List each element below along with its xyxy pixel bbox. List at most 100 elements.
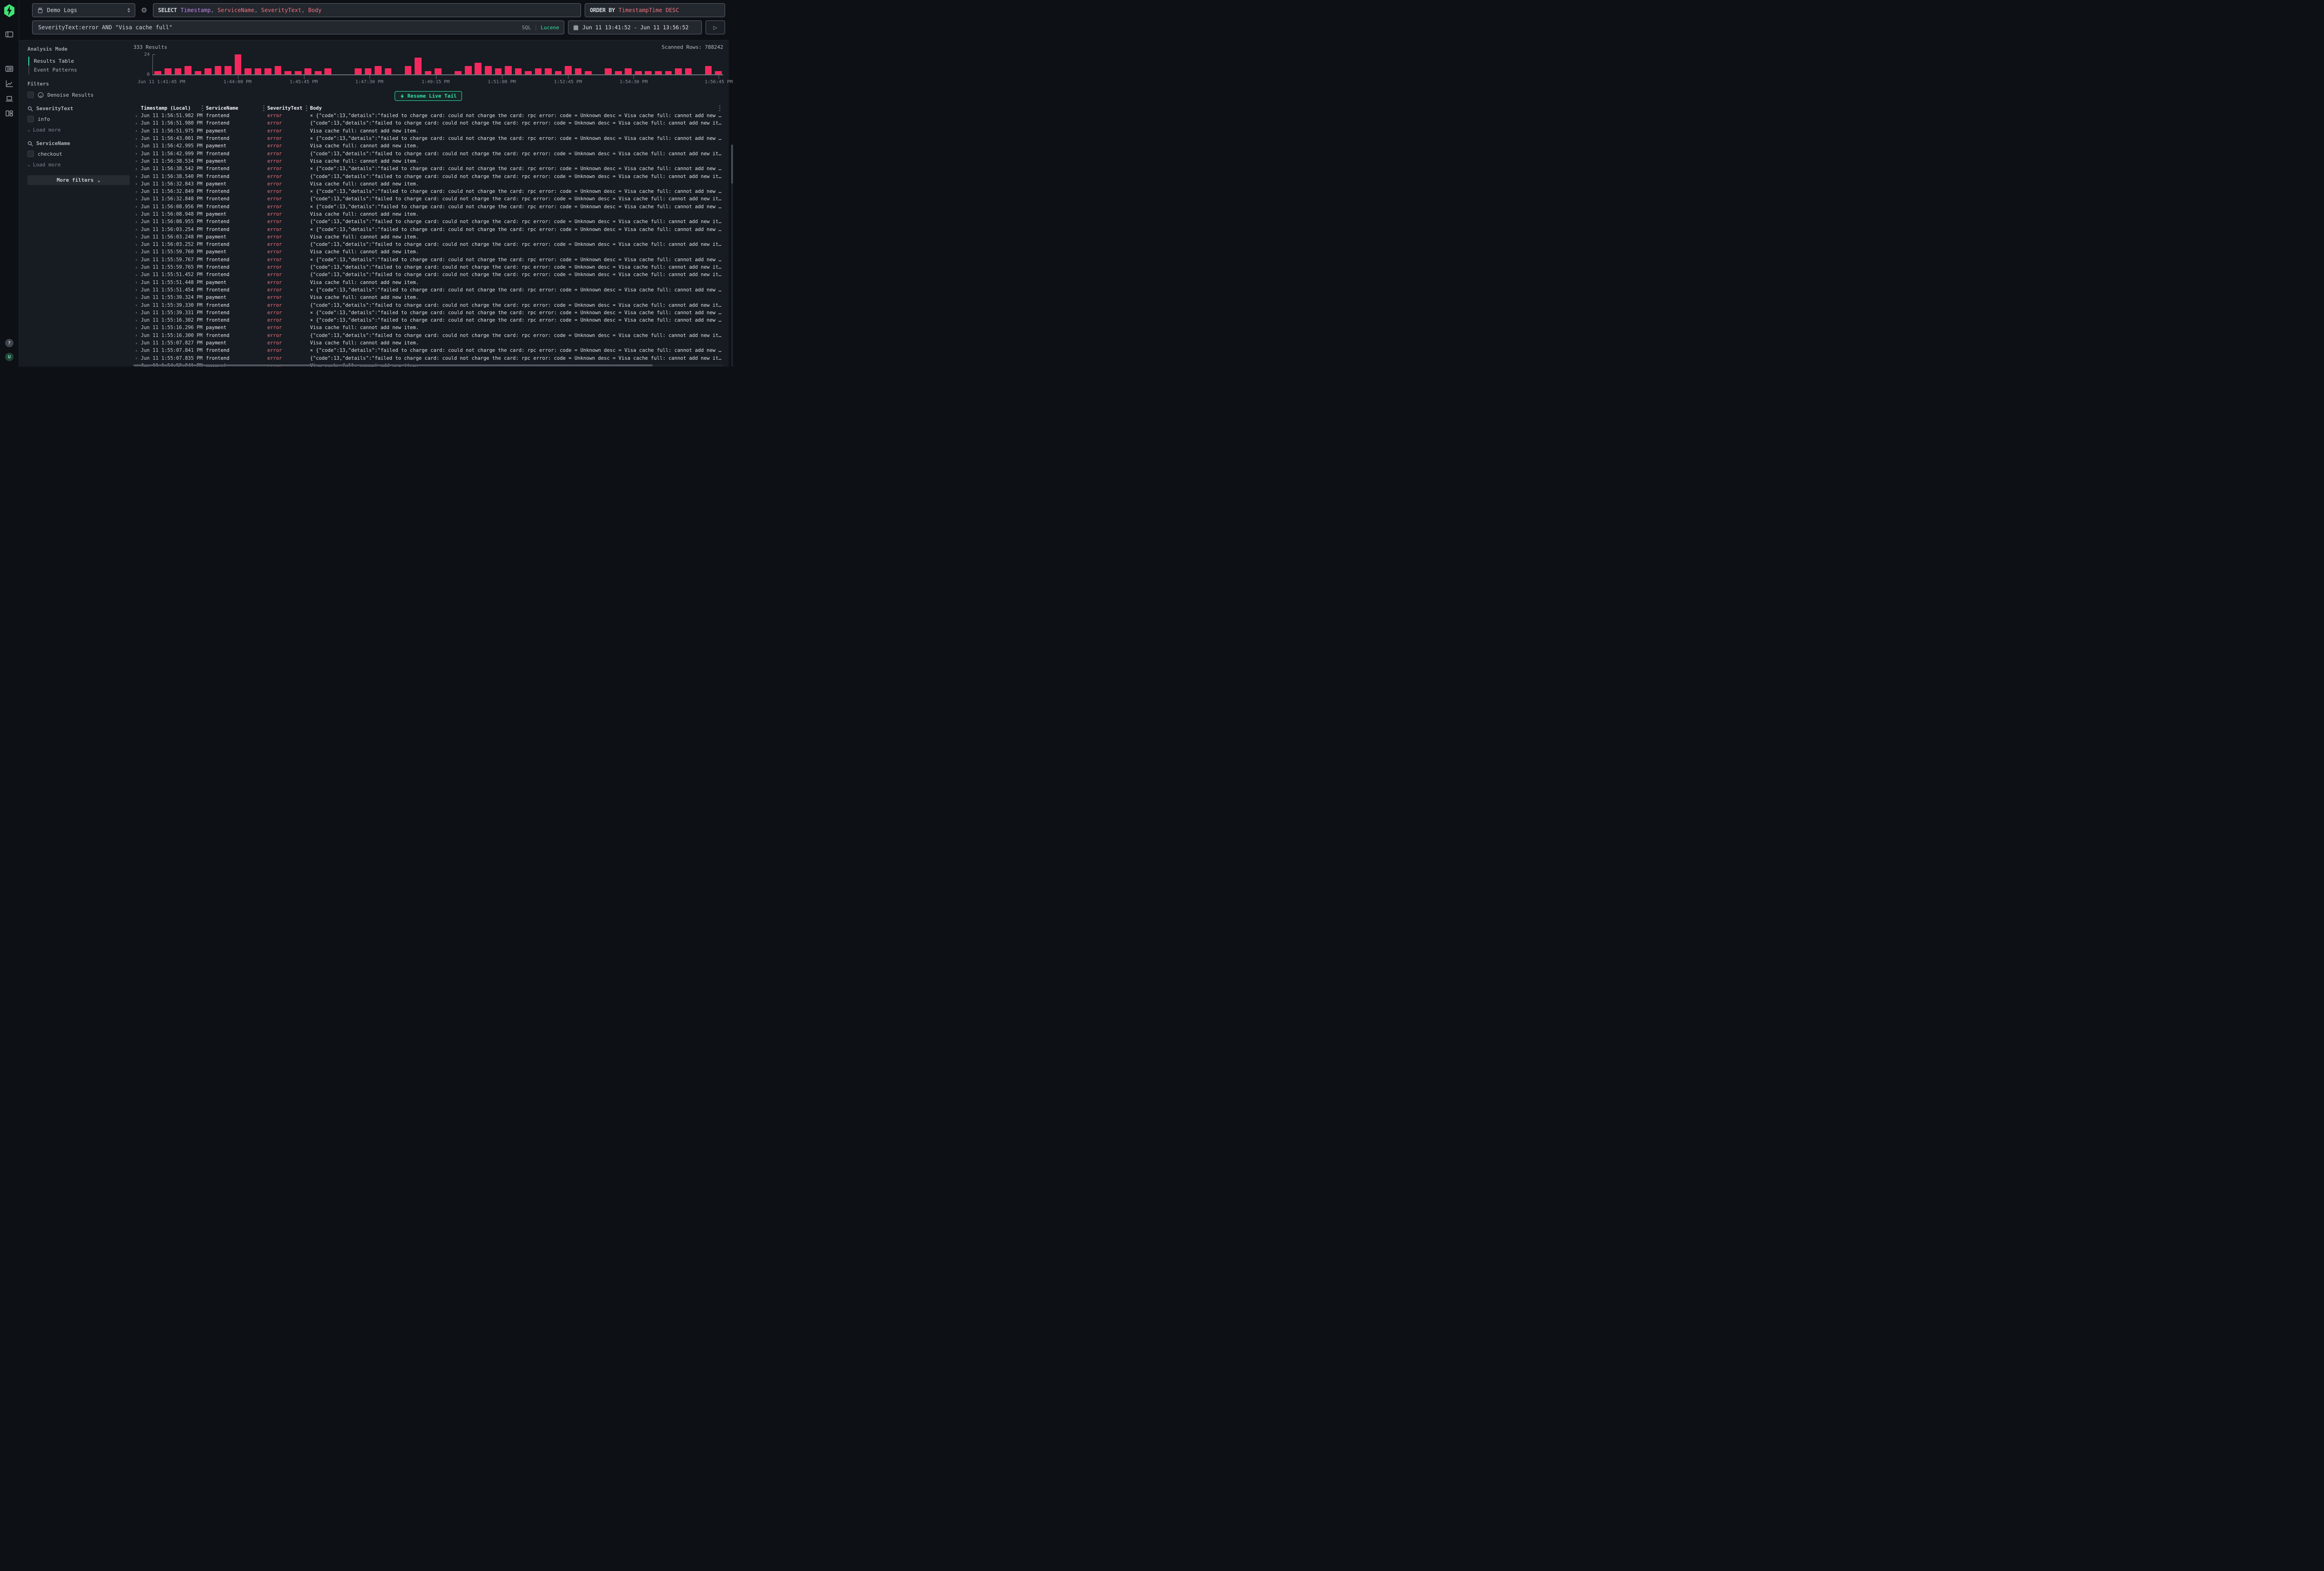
row-expand-chevron[interactable]: › [133,332,141,338]
row-expand-chevron[interactable]: › [133,257,141,263]
histogram-bar[interactable] [575,68,582,74]
table-row[interactable]: › Jun 11 1:55:39.324 PM payment error Vi… [133,294,723,301]
col-servicename[interactable]: ServiceName [206,106,267,111]
row-expand-chevron[interactable]: › [133,166,141,172]
histogram-bar-slot[interactable] [303,54,313,74]
denoise-checkbox[interactable] [27,92,34,98]
histogram-bar[interactable] [154,71,161,74]
time-range-picker[interactable]: Jun 11 13:41:52 - Jun 11 13:56:52 [568,20,702,34]
histogram-bar-slot[interactable] [403,54,413,74]
row-expand-chevron[interactable]: › [133,287,141,293]
column-resize-handle[interactable] [263,106,264,111]
histogram-bar-slot[interactable] [163,54,173,74]
histogram-bar-slot[interactable] [713,54,724,74]
mode-item-results-table[interactable]: Results Table [28,57,133,66]
table-row[interactable]: › Jun 11 1:56:08.956 PM frontend error ×… [133,203,723,211]
histogram-bar[interactable] [525,71,532,74]
table-row[interactable]: › Jun 11 1:56:08.948 PM payment error Vi… [133,211,723,218]
line-chart-icon[interactable] [5,79,13,88]
histogram-bar[interactable] [605,68,612,74]
table-row[interactable]: › Jun 11 1:56:51.982 PM frontend error ×… [133,112,723,119]
histogram-bar[interactable] [165,68,172,74]
histogram-bar[interactable] [284,71,291,74]
histogram-bar[interactable] [275,66,282,74]
histogram-bar[interactable] [435,68,442,74]
search-input[interactable] [37,24,518,31]
histogram-bar[interactable] [455,71,462,74]
row-expand-chevron[interactable]: › [133,113,141,119]
column-resize-handle[interactable] [306,106,307,111]
histogram-bar[interactable] [515,68,522,74]
row-expand-chevron[interactable]: › [133,120,141,126]
load-more-severitytext[interactable]: ⌄ Load more [27,127,133,133]
histogram-bar-slot[interactable] [333,54,343,74]
histogram-bar[interactable] [425,71,432,74]
histogram-bar[interactable] [495,68,502,74]
source-select[interactable]: Demo Logs [32,3,135,17]
histogram-bar-slot[interactable] [543,54,554,74]
histogram-bar[interactable] [685,68,692,74]
table-row[interactable]: › Jun 11 1:56:03.252 PM frontend error {… [133,241,723,248]
load-more-servicename[interactable]: ⌄ Load more [27,162,133,168]
table-row[interactable]: › Jun 11 1:56:51.980 PM frontend error {… [133,119,723,127]
histogram-bar[interactable] [535,68,542,74]
histogram-bar[interactable] [465,66,472,74]
row-expand-chevron[interactable]: › [133,136,141,142]
histogram-bar[interactable] [545,68,552,74]
table-row[interactable]: › Jun 11 1:55:59.767 PM frontend error ×… [133,256,723,264]
histogram-bar-slot[interactable] [263,54,273,74]
histogram-bar-slot[interactable] [313,54,324,74]
table-row[interactable]: › Jun 11 1:55:07.835 PM frontend error {… [133,355,723,362]
order-by-bar[interactable]: ORDER BY TimestampTime DESC [585,3,725,17]
histogram-bar[interactable] [315,71,322,74]
histogram-bar-slot[interactable] [383,54,393,74]
histogram-bar-slot[interactable] [253,54,263,74]
row-expand-chevron[interactable]: › [133,143,141,149]
histogram-bar-slot[interactable] [623,54,634,74]
column-resize-handle[interactable] [202,106,203,111]
table-row[interactable]: › Jun 11 1:55:16.302 PM frontend error ×… [133,317,723,324]
histogram-bar-slot[interactable] [493,54,503,74]
table-row[interactable]: › Jun 11 1:56:51.975 PM payment error Vi… [133,127,723,135]
table-row[interactable]: › Jun 11 1:56:08.955 PM frontend error {… [133,218,723,225]
table-row[interactable]: › Jun 11 1:55:16.300 PM frontend error {… [133,332,723,339]
row-expand-chevron[interactable]: › [133,226,141,232]
histogram-bar-slot[interactable] [343,54,353,74]
table-row[interactable]: › Jun 11 1:55:16.296 PM payment error Vi… [133,324,723,331]
laptop-icon[interactable] [5,94,13,103]
histogram-bar[interactable] [195,71,202,74]
source-settings-gear-icon[interactable]: ⚙ [139,6,149,14]
column-resize-handle[interactable] [719,106,720,111]
histogram-bar-slot[interactable] [513,54,523,74]
table-row[interactable]: › Jun 11 1:56:03.248 PM payment error Vi… [133,233,723,241]
row-expand-chevron[interactable]: › [133,128,141,134]
row-expand-chevron[interactable]: › [133,219,141,225]
dashboards-icon[interactable] [5,109,13,118]
table-row[interactable]: › Jun 11 1:56:43.001 PM frontend error ×… [133,135,723,142]
histogram-bar[interactable] [585,71,592,74]
histogram-bar[interactable] [244,68,251,74]
histogram-bar[interactable] [355,68,362,74]
row-expand-chevron[interactable]: › [133,151,141,157]
select-columns-bar[interactable]: SELECT Timestamp, ServiceName, SeverityT… [153,3,581,17]
histogram-bar-slot[interactable] [173,54,183,74]
row-expand-chevron[interactable]: › [133,204,141,210]
checkout-label[interactable]: checkout [38,151,62,157]
user-avatar[interactable]: U [5,353,13,361]
histogram-bar-slot[interactable] [593,54,603,74]
histogram-bar-slot[interactable] [703,54,713,74]
table-row[interactable]: › Jun 11 1:56:32.849 PM frontend error ×… [133,188,723,195]
histogram-bar[interactable] [505,66,512,74]
row-expand-chevron[interactable]: › [133,211,141,218]
histogram-bar-slot[interactable] [473,54,483,74]
histogram-bar-slot[interactable] [553,54,563,74]
histogram-bar-slot[interactable] [283,54,293,74]
table-row[interactable]: › Jun 11 1:56:38.542 PM frontend error ×… [133,165,723,172]
histogram-bar-slot[interactable] [203,54,213,74]
table-row[interactable]: › Jun 11 1:56:32.843 PM payment error Vi… [133,180,723,188]
histogram-bar-slot[interactable] [423,54,433,74]
col-timestamp[interactable]: Timestamp (Local) [141,106,206,111]
table-row[interactable]: › Jun 11 1:55:39.330 PM frontend error {… [133,301,723,309]
row-expand-chevron[interactable]: › [133,279,141,285]
table-row[interactable]: › Jun 11 1:56:42.995 PM payment error Vi… [133,142,723,150]
